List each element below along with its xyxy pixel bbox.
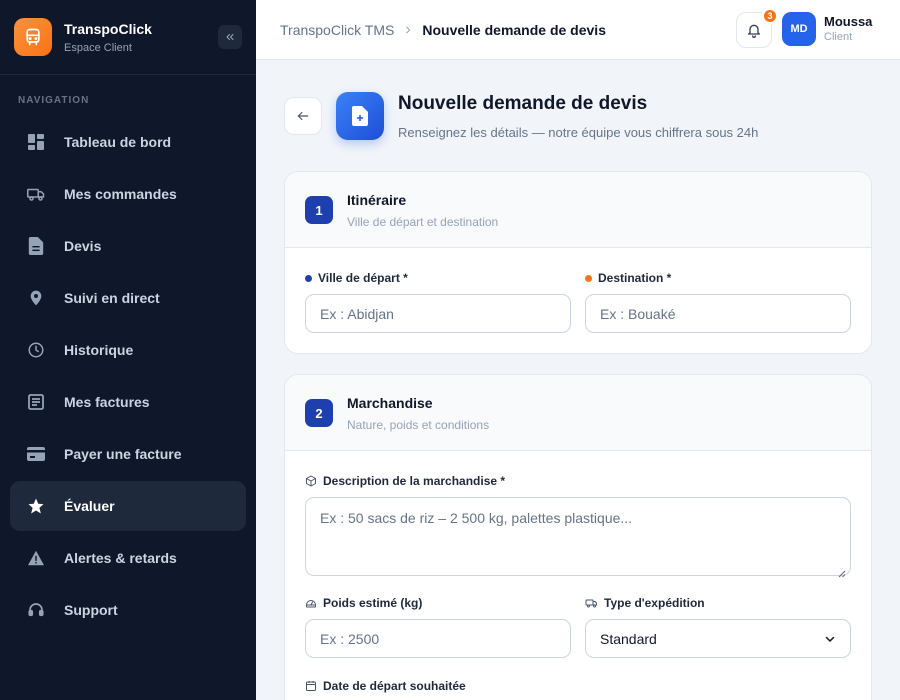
sidebar-item-mes-factures[interactable]: Mes factures <box>10 377 246 427</box>
destination-label-text: Destination * <box>598 271 672 285</box>
warning-icon <box>26 548 46 568</box>
user-role: Client <box>824 31 853 43</box>
dashboard-icon <box>26 132 46 152</box>
sidebar-nav: Tableau de bord Mes commandes Devis Suiv… <box>0 117 256 635</box>
arrow-left-icon <box>297 111 309 121</box>
clock-icon <box>26 340 46 360</box>
card-title: Itinéraire <box>347 192 407 208</box>
description-label: Description de la marchandise * <box>305 474 505 488</box>
calendar-icon <box>305 680 317 692</box>
star-icon <box>26 496 46 516</box>
sidebar: TranspoClick Espace Client NAVIGATION Ta… <box>0 0 256 700</box>
chevron-down-icon <box>824 633 836 645</box>
weight-label-text: Poids estimé (kg) <box>323 596 423 610</box>
sidebar-item-label: Support <box>64 602 118 618</box>
brand-name: TranspoClick <box>64 20 152 37</box>
sidebar-item-devis[interactable]: Devis <box>10 221 246 271</box>
departure-dot-icon <box>305 274 312 282</box>
weight-gauge-icon <box>305 597 317 609</box>
brand: TranspoClick Espace Client <box>0 0 256 75</box>
document-icon <box>26 236 46 256</box>
map-pin-icon <box>26 288 46 308</box>
weight-label: Poids estimé (kg) <box>305 596 422 610</box>
topbar: TranspoClick TMS Nouvelle demande de dev… <box>256 0 900 60</box>
sidebar-item-evaluer[interactable]: Évaluer <box>10 481 246 531</box>
itinerary-card: 1 Itinéraire Ville de départ et destinat… <box>284 171 872 354</box>
goods-description-textarea[interactable] <box>305 497 851 576</box>
sidebar-item-support[interactable]: Support <box>10 585 246 635</box>
notification-count-badge: 3 <box>762 8 778 24</box>
user-info[interactable]: Moussa Client <box>824 14 872 43</box>
card-subtitle: Nature, poids et conditions <box>347 418 490 432</box>
breadcrumb-root-link[interactable]: TranspoClick TMS <box>280 22 394 38</box>
departure-label: Ville de départ * <box>305 271 408 285</box>
date-label: Date de départ souhaitée <box>305 679 466 693</box>
page-title: Nouvelle demande de devis <box>398 93 648 114</box>
main-content: Nouvelle demande de devis Renseignez les… <box>256 60 900 700</box>
sidebar-item-alertes-retards[interactable]: Alertes & retards <box>10 533 246 583</box>
sidebar-item-label: Tableau de bord <box>64 134 172 150</box>
shipping-type-value: Standard <box>600 630 657 647</box>
sidebar-item-label: Mes commandes <box>64 186 177 202</box>
credit-card-icon <box>26 444 46 464</box>
card-title: Marchandise <box>347 395 433 411</box>
shipping-type-label: Type d'expédition <box>585 596 705 610</box>
sidebar-item-payer-une-facture[interactable]: Payer une facture <box>10 429 246 479</box>
destination-label: Destination * <box>585 271 671 285</box>
sidebar-item-historique[interactable]: Historique <box>10 325 246 375</box>
sidebar-item-label: Devis <box>64 238 102 254</box>
date-label-text: Date de départ souhaitée <box>323 679 466 693</box>
weight-input[interactable] <box>305 619 571 658</box>
departure-city-input[interactable] <box>305 294 571 333</box>
goods-card-header: 2 Marchandise Nature, poids et condition… <box>285 375 871 451</box>
destination-dot-icon <box>585 274 592 282</box>
chevron-right-icon <box>403 25 413 35</box>
bell-icon <box>748 24 760 38</box>
back-button[interactable] <box>284 97 322 135</box>
invoice-icon <box>26 392 46 412</box>
add-document-icon <box>336 92 384 140</box>
sidebar-item-label: Alertes & retards <box>64 550 177 566</box>
departure-label-text: Ville de départ * <box>318 271 408 285</box>
step-number-badge: 2 <box>305 399 333 427</box>
package-icon <box>305 475 317 487</box>
sidebar-item-label: Évaluer <box>64 498 115 514</box>
brand-subtitle: Espace Client <box>64 41 132 54</box>
notifications-button[interactable]: 3 <box>736 8 778 48</box>
goods-card: 2 Marchandise Nature, poids et condition… <box>284 374 872 700</box>
card-subtitle: Ville de départ et destination <box>347 215 499 229</box>
truck-icon <box>585 597 598 609</box>
collapse-sidebar-button[interactable] <box>218 25 242 49</box>
itinerary-card-header: 1 Itinéraire Ville de départ et destinat… <box>285 172 871 248</box>
bus-logo-icon <box>14 18 52 56</box>
sidebar-item-label: Payer une facture <box>64 446 182 462</box>
sidebar-item-suivi-en-direct[interactable]: Suivi en direct <box>10 273 246 323</box>
page-subtitle: Renseignez les détails — notre équipe vo… <box>398 125 759 140</box>
shipping-type-select[interactable]: Standard <box>585 619 851 658</box>
truck-icon <box>26 184 46 204</box>
sidebar-item-mes-commandes[interactable]: Mes commandes <box>10 169 246 219</box>
nav-section-label: NAVIGATION <box>18 95 90 106</box>
destination-input[interactable] <box>585 294 851 333</box>
step-number-badge: 1 <box>305 196 333 224</box>
double-chevron-left-icon <box>226 33 234 41</box>
headset-icon <box>26 600 46 620</box>
sidebar-item-label: Suivi en direct <box>64 290 160 306</box>
sidebar-item-tableau-de-bord[interactable]: Tableau de bord <box>10 117 246 167</box>
avatar[interactable]: MD <box>782 12 816 46</box>
shipping-type-label-text: Type d'expédition <box>604 596 705 610</box>
user-name: Moussa <box>824 14 873 29</box>
breadcrumb-current: Nouvelle demande de devis <box>422 21 606 38</box>
description-label-text: Description de la marchandise * <box>323 474 506 488</box>
sidebar-item-label: Historique <box>64 342 134 358</box>
sidebar-item-label: Mes factures <box>64 394 150 410</box>
